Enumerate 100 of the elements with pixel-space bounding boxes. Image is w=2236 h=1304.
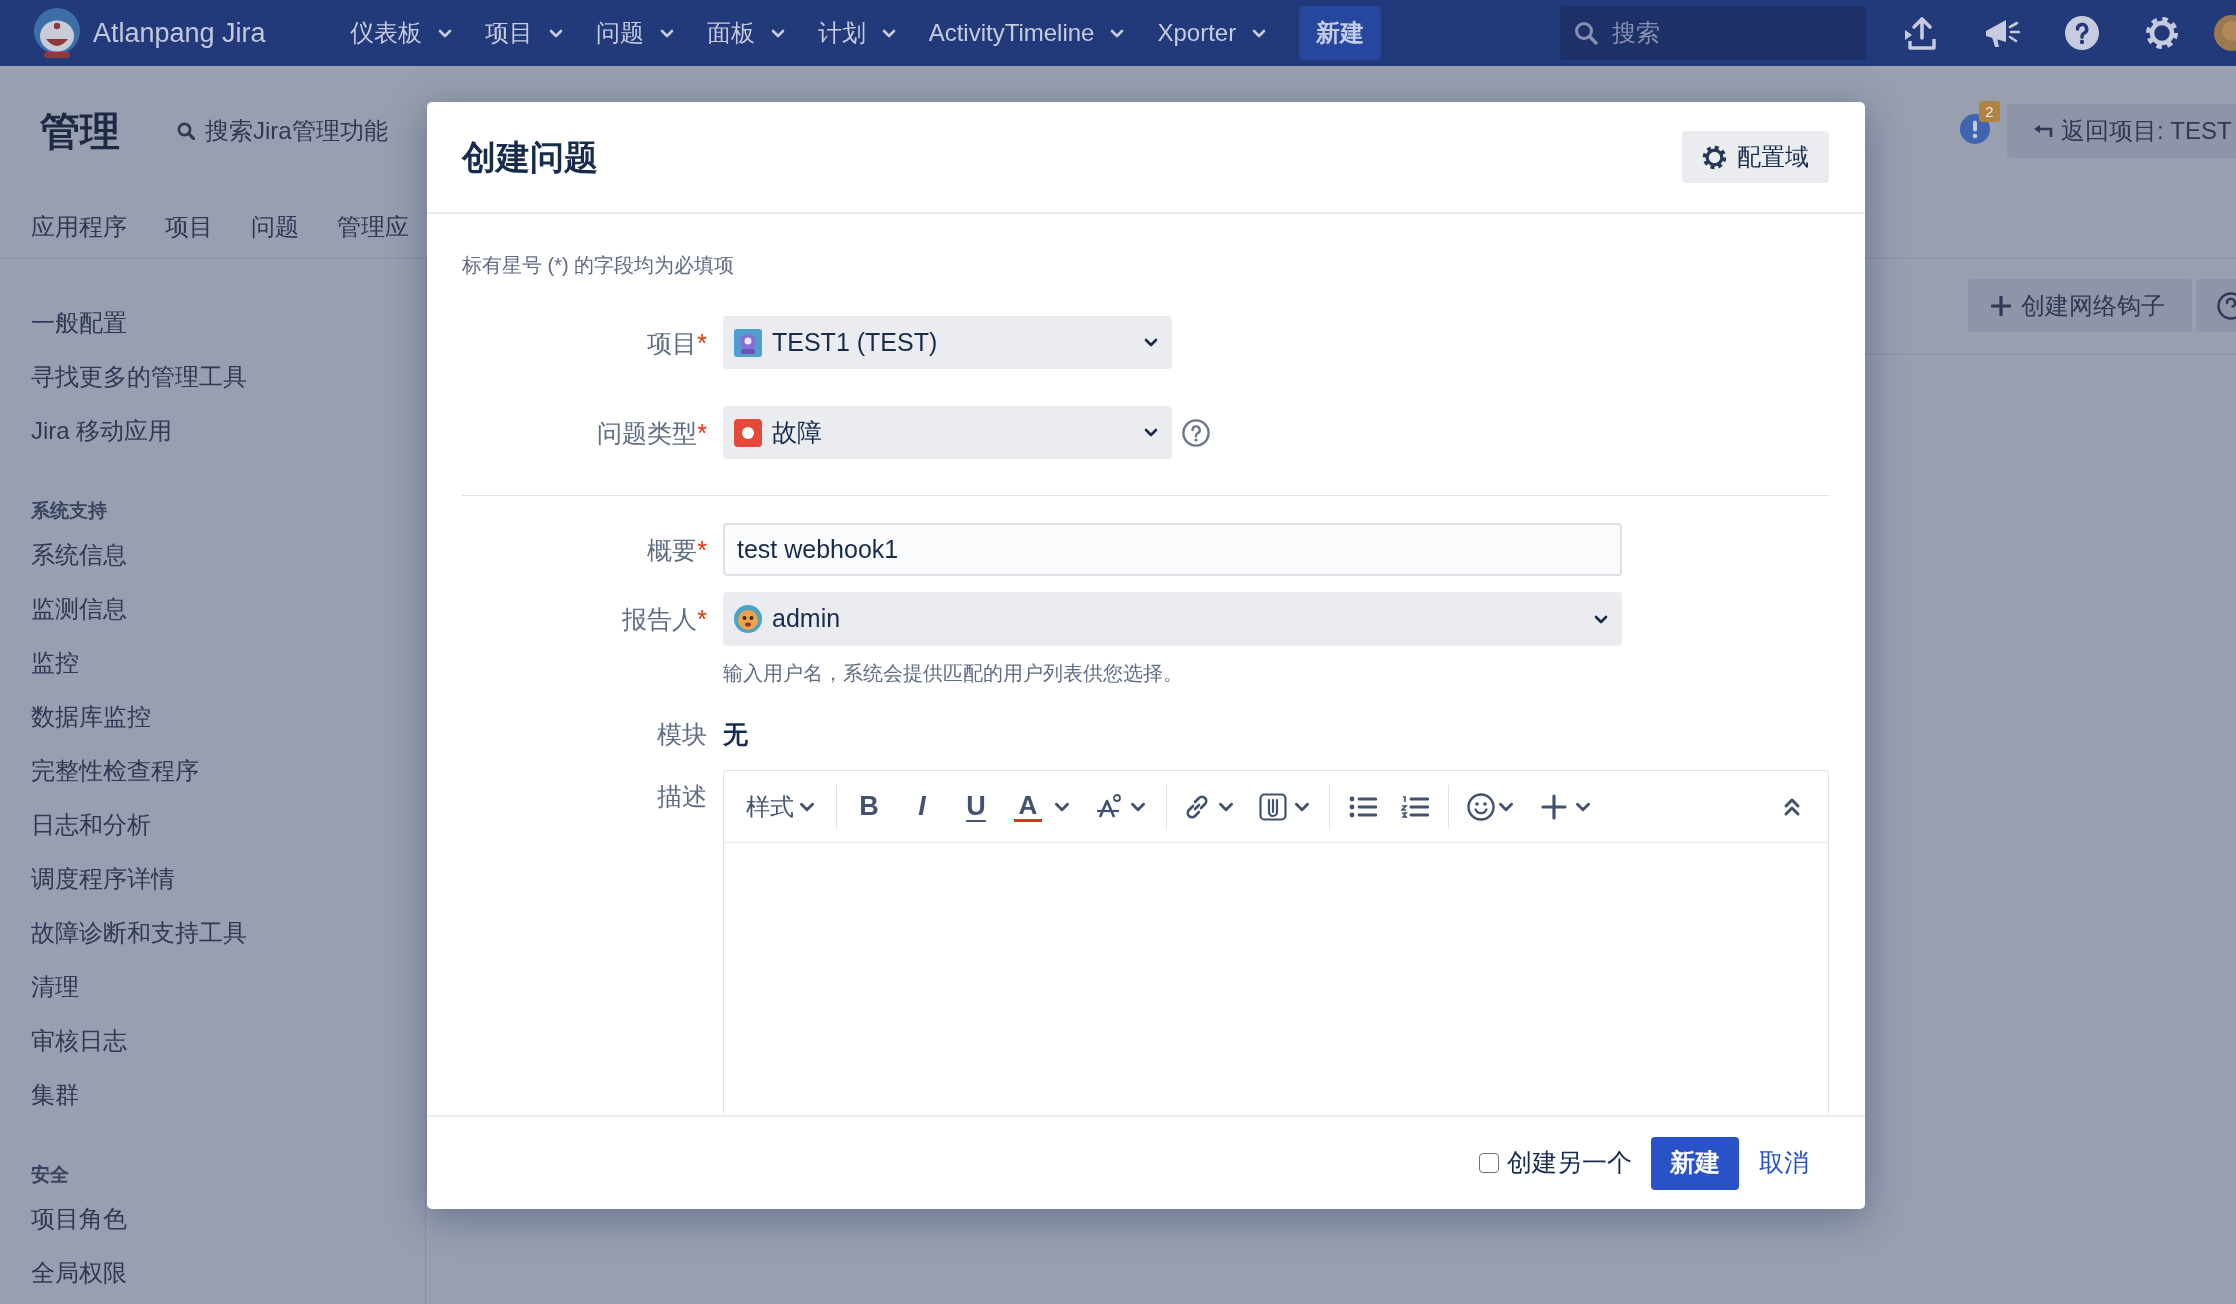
avatar-icon bbox=[734, 605, 762, 633]
project-select[interactable]: TEST1 (TEST) bbox=[723, 316, 1172, 369]
caret-icon bbox=[1498, 801, 1514, 812]
field-value: 无 bbox=[723, 719, 748, 750]
checkbox-label[interactable]: 创建另一个 bbox=[1507, 1144, 1632, 1182]
caret-icon bbox=[1110, 28, 1125, 38]
sidebar-link[interactable]: 一般配置 bbox=[31, 296, 127, 350]
page-title: 管理 bbox=[40, 111, 120, 151]
sidebar-link[interactable]: 集群 bbox=[31, 1068, 79, 1122]
sidebar-link[interactable]: 项目角色 bbox=[31, 1192, 127, 1246]
caret-icon bbox=[1144, 428, 1158, 437]
sidebar-link[interactable]: Jira 移动应用 bbox=[31, 404, 173, 458]
admin-tab[interactable]: 项目 bbox=[165, 210, 213, 244]
help-button[interactable] bbox=[2196, 279, 2236, 332]
dialog-title: 创建问题 bbox=[462, 136, 598, 178]
plus-icon bbox=[1540, 792, 1568, 821]
search-icon bbox=[1574, 21, 1598, 45]
field-label: 描述 bbox=[656, 781, 707, 812]
summary-input[interactable]: test webhook1 bbox=[723, 523, 1622, 576]
help-icon[interactable] bbox=[1182, 418, 1210, 447]
field-hint: 输入用户名，系统会提供匹配的用户列表供您选择。 bbox=[723, 661, 1183, 686]
checkbox[interactable] bbox=[1479, 1153, 1499, 1173]
text-color-button[interactable]: A bbox=[1014, 788, 1070, 825]
cancel-link[interactable]: 取消 bbox=[1759, 1144, 1809, 1182]
nav-menu[interactable]: 仪表板 bbox=[349, 15, 452, 51]
settings-icon[interactable] bbox=[2145, 16, 2179, 50]
nav-menu[interactable]: 面板 bbox=[706, 15, 785, 51]
sidebar-link[interactable]: 日志和分析 bbox=[31, 798, 151, 852]
field-label: 问题类型* bbox=[596, 417, 707, 449]
caret-icon bbox=[659, 28, 674, 38]
field-label: 概要* bbox=[646, 534, 707, 566]
sidebar-link[interactable]: 调度程序详情 bbox=[31, 852, 175, 906]
submit-button[interactable]: 新建 bbox=[1651, 1136, 1739, 1190]
nav-menu[interactable]: 计划 bbox=[817, 15, 896, 51]
create-webhook-button[interactable]: 创建网络钩子 bbox=[1968, 279, 2192, 332]
search-icon bbox=[177, 122, 195, 140]
caret-icon bbox=[1594, 614, 1608, 624]
bullet-list-icon[interactable] bbox=[1349, 794, 1377, 819]
help-icon bbox=[2216, 291, 2236, 320]
style-menu[interactable]: 样式 bbox=[746, 788, 815, 825]
caret-icon bbox=[1252, 28, 1267, 38]
configure-fields-button[interactable]: 配置域 bbox=[1682, 131, 1829, 183]
help-icon[interactable] bbox=[2065, 16, 2099, 50]
bold-button[interactable]: B bbox=[855, 788, 883, 825]
caret-icon bbox=[1294, 801, 1310, 812]
sidebar-heading: 安全 bbox=[31, 1162, 69, 1187]
sidebar-link[interactable]: 监控 bbox=[31, 636, 79, 690]
caret-icon bbox=[770, 28, 785, 38]
user-avatar-icon[interactable] bbox=[2214, 15, 2236, 51]
back-arrow-icon bbox=[2033, 124, 2053, 138]
issue-type-select[interactable]: 故障 bbox=[723, 406, 1172, 459]
admin-search-link[interactable]: 搜索Jira管理功能 bbox=[177, 113, 388, 149]
site-title[interactable]: Atlanpang Jira bbox=[93, 12, 266, 54]
notification-badge: 2 bbox=[1979, 101, 2000, 122]
sidebar-link[interactable]: 数据库监控 bbox=[31, 690, 151, 744]
field-label: 项目* bbox=[646, 327, 707, 359]
nav-menu[interactable]: Xporter bbox=[1157, 15, 1267, 51]
search-field[interactable]: 搜索 bbox=[1560, 6, 1866, 60]
sidebar-link[interactable]: 寻找更多的管理工具 bbox=[31, 350, 247, 404]
caret-icon bbox=[1130, 801, 1146, 812]
sidebar-link[interactable]: 清理 bbox=[31, 960, 79, 1014]
caret-icon bbox=[1218, 801, 1234, 812]
field-label: 模块 bbox=[656, 719, 707, 750]
nav-menu[interactable]: 项目 bbox=[484, 15, 563, 51]
underline-button[interactable]: U bbox=[962, 788, 990, 825]
admin-tab[interactable]: 问题 bbox=[251, 210, 299, 244]
caret-icon bbox=[881, 28, 896, 38]
upload-icon[interactable] bbox=[1903, 16, 1939, 50]
project-avatar-icon bbox=[734, 328, 762, 357]
gear-icon bbox=[1702, 144, 1727, 170]
caret-icon bbox=[1575, 801, 1591, 812]
italic-button[interactable]: I bbox=[908, 788, 936, 825]
caret-icon bbox=[1144, 338, 1158, 347]
sidebar-link[interactable]: 审核日志 bbox=[31, 1014, 127, 1068]
sidebar-link[interactable]: 监测信息 bbox=[31, 582, 127, 636]
attachment-icon bbox=[1259, 792, 1287, 821]
smiley-icon bbox=[1467, 792, 1495, 821]
caret-icon bbox=[799, 801, 815, 812]
issue-type-icon bbox=[734, 418, 762, 447]
numbered-list-icon[interactable] bbox=[1401, 794, 1429, 819]
sidebar-heading: 系统支持 bbox=[31, 498, 107, 523]
caret-icon bbox=[1054, 801, 1070, 812]
create-button[interactable]: 新建 bbox=[1299, 6, 1382, 60]
caret-icon bbox=[548, 28, 563, 38]
sidebar-link[interactable]: 完整性检查程序 bbox=[31, 744, 199, 798]
admin-tab[interactable]: 应用程序 bbox=[31, 210, 127, 244]
plus-icon bbox=[1991, 295, 2011, 316]
sidebar-link[interactable]: 故障诊断和支持工具 bbox=[31, 906, 247, 960]
nav-menu[interactable]: ActivityTimeline bbox=[928, 15, 1125, 51]
reporter-select[interactable]: admin bbox=[723, 592, 1622, 646]
sidebar-link[interactable]: 全局权限 bbox=[31, 1246, 127, 1300]
logo-icon[interactable] bbox=[32, 7, 82, 59]
megaphone-icon[interactable] bbox=[1984, 17, 2020, 49]
caret-icon bbox=[437, 28, 452, 38]
field-label: 报告人* bbox=[621, 604, 707, 635]
sidebar-link[interactable]: 系统信息 bbox=[31, 528, 127, 582]
nav-menu[interactable]: 问题 bbox=[595, 15, 674, 51]
admin-tab[interactable]: 管理应 bbox=[337, 210, 409, 244]
back-button[interactable]: 返回项目: TEST bbox=[2007, 104, 2236, 158]
required-fields-note: 标有星号 (*) 的字段均为必填项 bbox=[462, 253, 735, 278]
